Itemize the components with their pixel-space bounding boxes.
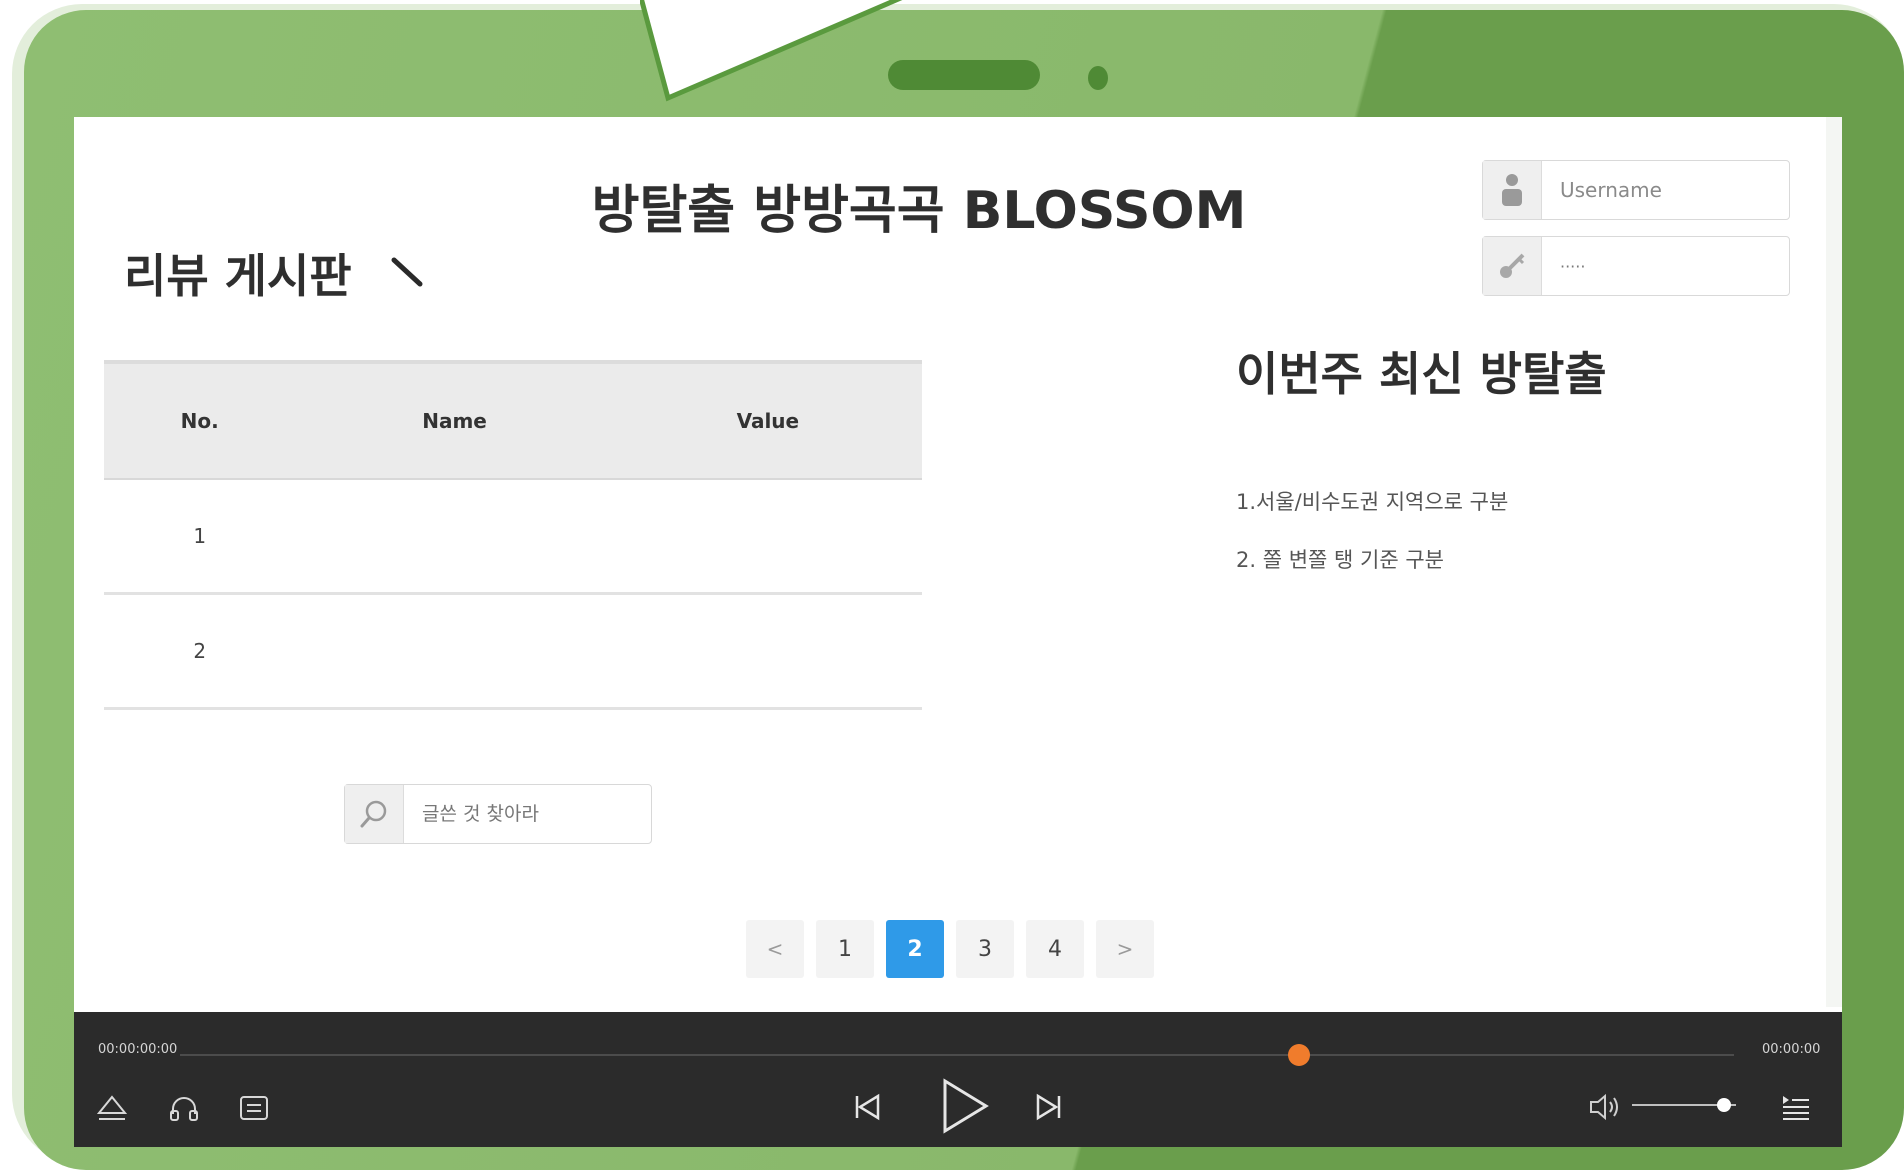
volume-icon[interactable]: [1588, 1092, 1622, 1122]
user-icon: [1483, 161, 1542, 219]
page-button-4[interactable]: 4: [1026, 920, 1084, 978]
search-input[interactable]: [420, 802, 634, 826]
review-table: No. Name Value 1 2: [104, 360, 922, 710]
weekly-latest-title: 이번주 최신 방탈출: [1236, 347, 1607, 401]
page-prev-button[interactable]: <: [746, 920, 804, 978]
page-button-2[interactable]: 2: [886, 920, 944, 978]
screen-edge: [1826, 117, 1842, 1007]
search-icon: [345, 785, 404, 843]
eject-icon[interactable]: [96, 1092, 128, 1124]
key-icon: [1483, 237, 1542, 295]
table-row[interactable]: 2: [104, 593, 922, 710]
cell-value: [613, 593, 922, 710]
page-button-3[interactable]: 3: [956, 920, 1014, 978]
cell-name: [295, 593, 614, 710]
username-placeholder: Username: [1560, 178, 1662, 202]
play-icon[interactable]: [936, 1076, 992, 1136]
board-title: 리뷰 게시판: [124, 249, 352, 303]
playlist-icon[interactable]: [1780, 1092, 1812, 1122]
current-time: 00:00:00:00: [98, 1042, 178, 1057]
password-field[interactable]: ·····: [1482, 236, 1790, 296]
pencil-icon: [391, 257, 423, 287]
media-player: 00:00:00:00 00:00:00: [74, 1012, 1842, 1147]
volume-handle[interactable]: [1716, 1098, 1731, 1112]
cell-no: 2: [104, 593, 296, 710]
column-header-no: No.: [104, 360, 296, 480]
page-button-1[interactable]: 1: [816, 920, 874, 978]
subtitles-icon[interactable]: [238, 1092, 270, 1124]
callout-pointer: [640, 0, 903, 102]
username-field[interactable]: Username: [1482, 160, 1790, 220]
headphones-icon[interactable]: [168, 1092, 200, 1124]
table-header-row: No. Name Value: [104, 360, 922, 480]
cell-no: 1: [104, 479, 296, 595]
cell-value: [613, 479, 922, 595]
side-item: 1.서울/비수도권 지역으로 구분: [1236, 490, 1509, 514]
tablet-speaker: [888, 60, 1040, 90]
pagination: < 1 2 3 4 >: [746, 920, 1154, 978]
column-header-value: Value: [613, 360, 922, 480]
total-time: 00:00:00: [1762, 1042, 1821, 1057]
search-box[interactable]: [344, 784, 652, 844]
column-header-name: Name: [295, 360, 614, 480]
progress-handle[interactable]: [1287, 1044, 1310, 1066]
table-row[interactable]: 1: [104, 479, 922, 595]
cell-name: [295, 479, 614, 595]
page-next-button[interactable]: >: [1096, 920, 1154, 978]
password-value: ·····: [1560, 256, 1586, 276]
skip-next-icon[interactable]: [1032, 1090, 1066, 1124]
side-item: 2. 쫄 변쫄 탱 기준 구분: [1236, 548, 1444, 572]
progress-track[interactable]: [180, 1054, 1734, 1056]
tablet-camera: [1088, 66, 1108, 90]
skip-previous-icon[interactable]: [850, 1090, 884, 1124]
